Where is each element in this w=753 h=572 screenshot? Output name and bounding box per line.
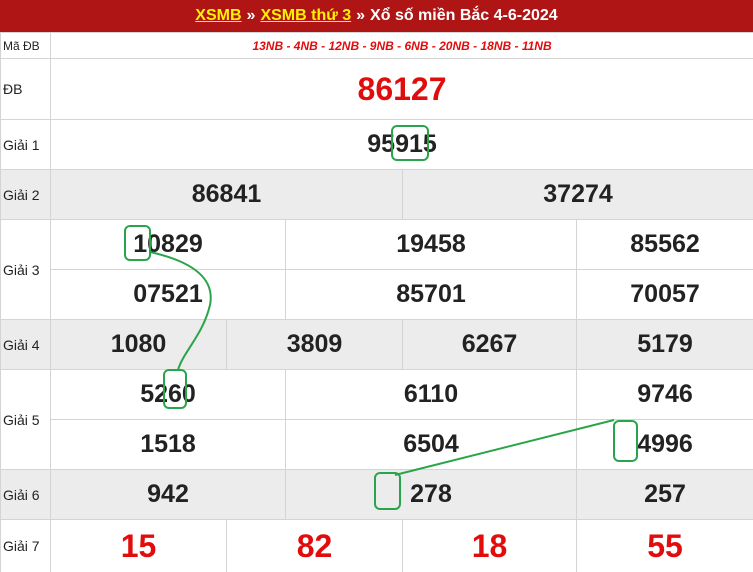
g5-label: Giải 5 — [0, 369, 51, 470]
g7-label: Giải 7 — [0, 519, 51, 572]
code-label: Mã ĐB — [0, 32, 51, 59]
page-title: Xổ số miền Bắc 4-6-2024 — [370, 7, 558, 24]
results-table: Mã ĐB 13NB - 4NB - 12NB - 9NB - 6NB - 20… — [0, 32, 753, 572]
third-prize-value: 07521 — [50, 269, 286, 320]
g3-label: Giải 3 — [0, 219, 51, 320]
g6-label: Giải 6 — [0, 469, 51, 520]
db-label: ĐB — [0, 58, 51, 120]
fifth-prize-value: 6504 — [285, 419, 577, 470]
sixth-prize-value: 257 — [575, 469, 753, 520]
seventh-prize-value: 55 — [575, 519, 753, 572]
fifth-prize-value: 1518 — [50, 419, 286, 470]
seventh-prize-value: 18 — [402, 519, 577, 572]
fourth-prize-value: 3809 — [226, 319, 403, 370]
third-prize-value: 85701 — [285, 269, 577, 320]
g2-label: Giải 2 — [0, 169, 51, 220]
special-code-list: 13NB - 4NB - 12NB - 9NB - 6NB - 20NB - 1… — [49, 32, 753, 59]
xsmb-link[interactable]: XSMB — [195, 7, 241, 25]
seventh-prize-value: 82 — [226, 519, 403, 572]
breadcrumb-separator: » — [356, 7, 366, 24]
third-prize-value: 10829 — [50, 219, 286, 270]
fifth-prize-value: 6110 — [285, 369, 577, 420]
special-prize-value: 86127 — [49, 58, 753, 120]
g1-label: Giải 1 — [0, 119, 51, 170]
fifth-prize-value: 5260 — [50, 369, 286, 420]
third-prize-value: 70057 — [575, 269, 753, 320]
page-header: XSMB » XSMB thứ 3 » Xổ số miền Bắc 4-6-2… — [0, 0, 753, 32]
second-prize-value: 37274 — [401, 169, 753, 220]
sixth-prize-value: 942 — [50, 469, 286, 520]
fourth-prize-value: 5179 — [575, 319, 753, 370]
third-prize-value: 85562 — [575, 219, 753, 270]
fifth-prize-value: 4996 — [575, 419, 753, 470]
first-prize-value: 95915 — [49, 119, 753, 170]
g4-label: Giải 4 — [0, 319, 51, 370]
seventh-prize-value: 15 — [50, 519, 227, 572]
fourth-prize-value: 1080 — [50, 319, 227, 370]
third-prize-value: 19458 — [285, 219, 577, 270]
fifth-prize-value: 9746 — [575, 369, 753, 420]
breadcrumb-separator: » — [246, 7, 256, 24]
sixth-prize-value: 278 — [285, 469, 577, 520]
xsmb-thu3-link[interactable]: XSMB thứ 3 — [260, 7, 351, 25]
second-prize-value: 86841 — [50, 169, 403, 220]
fourth-prize-value: 6267 — [402, 319, 577, 370]
